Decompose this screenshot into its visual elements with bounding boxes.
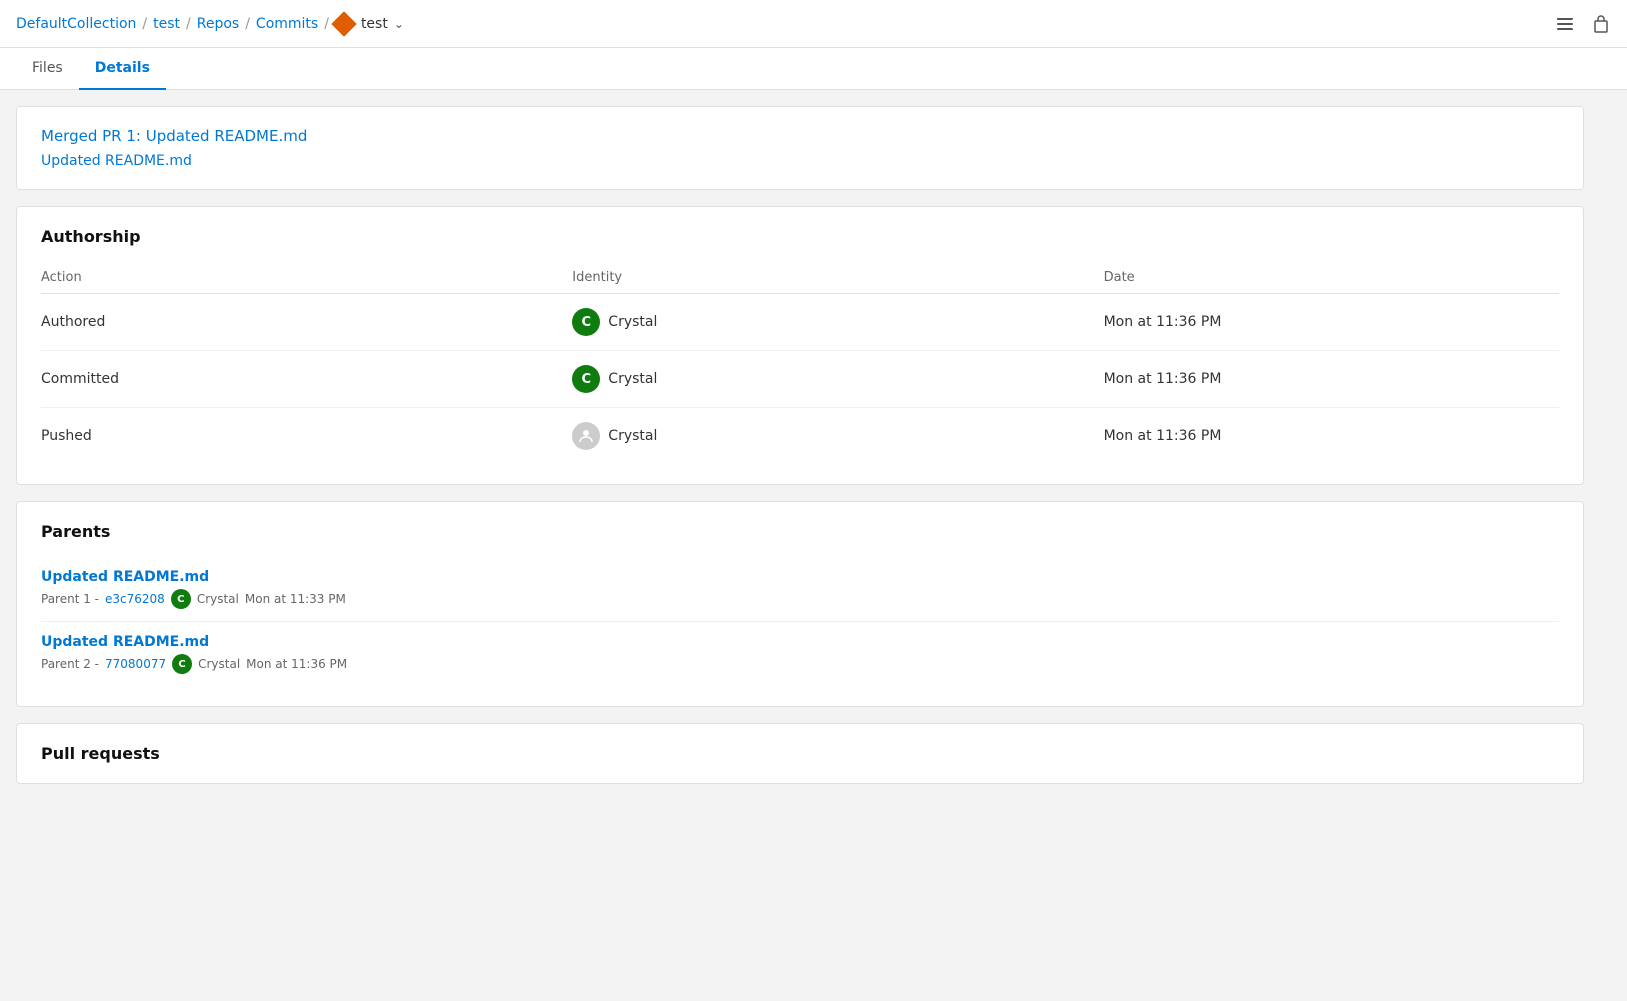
breadcrumb-project[interactable]: test (153, 16, 180, 32)
identity-name: Crystal (608, 428, 657, 444)
authorship-identity: Crystal (572, 408, 1103, 465)
avatar: C (572, 365, 600, 393)
sep1: / (142, 16, 147, 32)
pull-requests-card: Pull requests (16, 723, 1584, 784)
repo-icon (331, 11, 356, 36)
commit-description[interactable]: Updated README.md (41, 153, 192, 169)
authorship-row: AuthoredC Crystal Mon at 11:36 PM (41, 294, 1559, 351)
sep4: / (324, 16, 329, 32)
identity-cell: C Crystal (572, 308, 1103, 336)
parent-label: Parent 2 - (41, 657, 99, 671)
list-icon[interactable] (1555, 14, 1575, 34)
breadcrumb-commits[interactable]: Commits (256, 16, 318, 32)
identity-cell: C Crystal (572, 365, 1103, 393)
authorship-action: Pushed (41, 408, 572, 465)
authorship-date: Mon at 11:36 PM (1104, 294, 1559, 351)
avatar: C (172, 654, 192, 674)
chevron-down-icon[interactable]: ⌄ (394, 17, 404, 31)
col-header-date: Date (1104, 262, 1559, 294)
parents-title: Parents (41, 522, 1559, 541)
parent-entry: Updated README.md Parent 2 - 77080077 C Crys… (41, 622, 1559, 686)
tab-details[interactable]: Details (79, 48, 166, 90)
authorship-card: Authorship Action Identity Date Authored… (16, 206, 1584, 485)
authorship-row: CommittedC Crystal Mon at 11:36 PM (41, 351, 1559, 408)
tabs-bar: Files Details (0, 48, 1627, 90)
parent-title[interactable]: Updated README.md (41, 634, 1559, 650)
authorship-action: Committed (41, 351, 572, 408)
authorship-date: Mon at 11:36 PM (1104, 351, 1559, 408)
parent-hash[interactable]: e3c76208 (105, 592, 165, 606)
tab-files[interactable]: Files (16, 48, 79, 90)
parents-card: Parents Updated README.md Parent 1 - e3c76… (16, 501, 1584, 707)
parent-date: Mon at 11:33 PM (245, 592, 346, 606)
authorship-title: Authorship (41, 227, 1559, 246)
parent-meta: Parent 1 - e3c76208 C Crystal Mon at 11:33 P… (41, 589, 1559, 609)
pull-requests-title: Pull requests (41, 744, 1559, 763)
avatar: C (171, 589, 191, 609)
commit-message-card: Merged PR 1: Updated README.md Updated R… (16, 106, 1584, 190)
avatar: C (572, 308, 600, 336)
sep3: / (245, 16, 250, 32)
identity-name: Crystal (608, 314, 657, 330)
col-header-identity: Identity (572, 262, 1103, 294)
authorship-row: Pushed Crystal Mon at 11:36 PM (41, 408, 1559, 465)
sep2: / (186, 16, 191, 32)
breadcrumb-collection[interactable]: DefaultCollection (16, 16, 136, 32)
top-nav: DefaultCollection / test / Repos / Commi… (0, 0, 1627, 48)
authorship-date: Mon at 11:36 PM (1104, 408, 1559, 465)
parent-title[interactable]: Updated README.md (41, 569, 1559, 585)
parent-entry: Updated README.md Parent 1 - e3c76208 C Crys… (41, 557, 1559, 622)
breadcrumb: DefaultCollection / test / Repos / Commi… (16, 15, 404, 33)
identity-name: Crystal (608, 371, 657, 387)
parent-identity-name: Crystal (197, 592, 239, 606)
col-header-action: Action (41, 262, 572, 294)
authorship-table: Action Identity Date AuthoredC Crystal Mon… (41, 262, 1559, 464)
parent-date: Mon at 11:36 PM (246, 657, 347, 671)
parent-label: Parent 1 - (41, 592, 99, 606)
pr-link[interactable]: Merged PR 1: Updated README.md (41, 127, 1559, 145)
parent-hash[interactable]: 77080077 (105, 657, 166, 671)
authorship-identity: C Crystal (572, 351, 1103, 408)
top-nav-icons (1555, 14, 1611, 34)
identity-cell: Crystal (572, 422, 1103, 450)
parent-identity-name: Crystal (198, 657, 240, 671)
authorship-identity: C Crystal (572, 294, 1103, 351)
parent-meta: Parent 2 - 77080077 C Crystal Mon at 11:36 P… (41, 654, 1559, 674)
breadcrumb-repo-name[interactable]: test (361, 16, 388, 32)
main-content: Merged PR 1: Updated README.md Updated R… (0, 90, 1600, 800)
authorship-action: Authored (41, 294, 572, 351)
avatar (572, 422, 600, 450)
breadcrumb-repos[interactable]: Repos (197, 16, 239, 32)
bag-icon[interactable] (1591, 14, 1611, 34)
